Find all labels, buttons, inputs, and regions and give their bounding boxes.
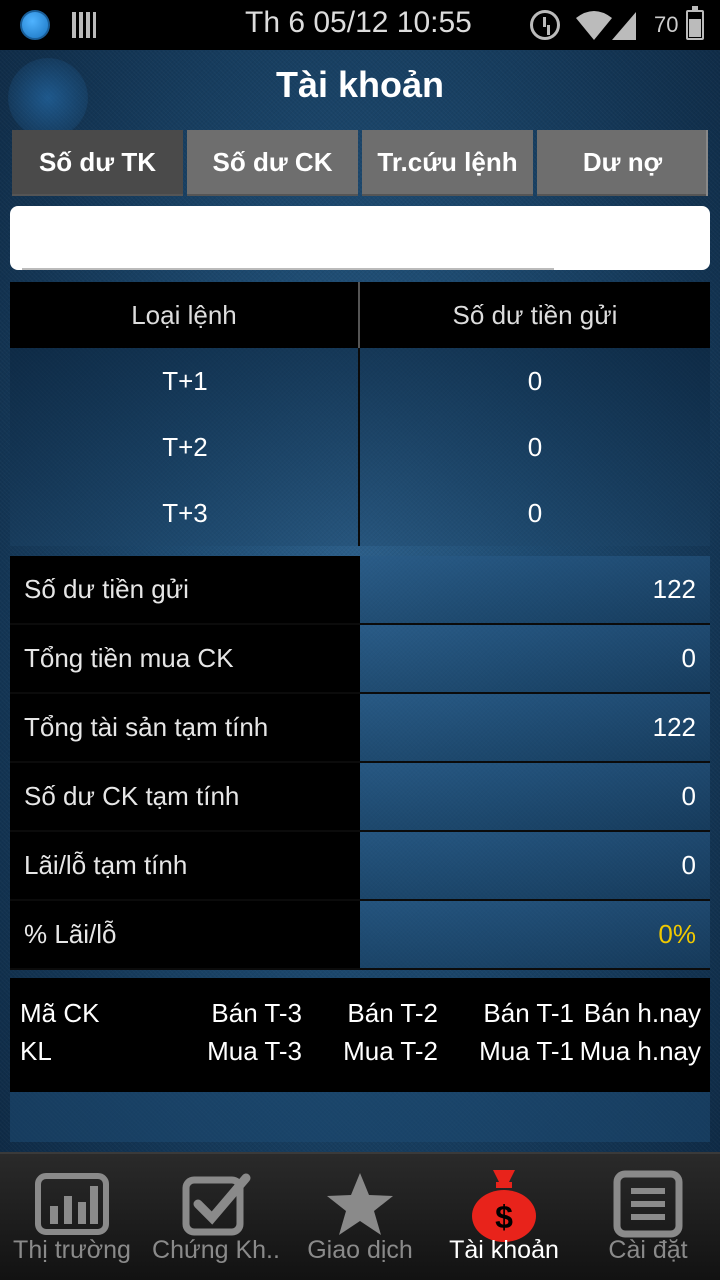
signal-icon (612, 12, 636, 40)
column-header-symbol: Mã CK (20, 998, 100, 1028)
column-header-sell-t2: Bán T-2 (347, 998, 438, 1028)
column-header-buy-today: Mua h.nay (579, 1036, 701, 1066)
bar-chart-icon (35, 1173, 109, 1235)
summary-label: Số dư tiền gửi (10, 556, 360, 623)
nav-label: Thị trường (13, 1236, 131, 1264)
alarm-icon (530, 10, 560, 40)
column-header-deposit-balance: Số dư tiền gửi (452, 299, 618, 330)
summary-value: 0 (360, 625, 710, 692)
nav-chung-khoan[interactable]: Chứng Kh.. (144, 1154, 288, 1280)
table-row: T+1 0 (10, 348, 710, 414)
summary-label: Lãi/lỗ tạm tính (10, 832, 360, 899)
nav-giao-dich[interactable]: Giao dịch (288, 1154, 432, 1280)
table-row: T+3 0 (10, 480, 710, 546)
summary-row-total-assets: Tổng tài sản tạm tính 122 (10, 694, 710, 763)
summary-row-profit-loss-percent: % Lãi/lỗ 0% (10, 901, 710, 970)
money-bag-icon: $ (472, 1170, 536, 1242)
table-row: T+2 0 (10, 414, 710, 480)
notification-dot-icon (20, 10, 50, 40)
settlement-table: Loại lệnh Số dư tiền gửi T+1 0 T+2 0 T+3… (10, 282, 710, 546)
status-datetime: Th 6 05/12 10:55 (245, 6, 472, 39)
account-tabs: Số dư TK Số dư CK Tr.cứu lệnh Dư nợ (12, 130, 708, 196)
account-summary: Số dư tiền gửi 122 Tổng tiền mua CK 0 Tổ… (10, 556, 710, 970)
list-icon (613, 1170, 683, 1238)
summary-label: % Lãi/lỗ (10, 901, 360, 968)
page-title: Tài khoản (275, 64, 445, 105)
column-header-buy-t1: Mua T-1 (479, 1036, 574, 1066)
stock-header-line-sell: Mã CK Bán T-3 Bán T-2 Bán T-1 Bán h.nay (20, 998, 701, 1036)
summary-label: Tổng tiền mua CK (10, 625, 360, 692)
summary-value: 122 (360, 694, 710, 761)
summary-value-percent: 0% (360, 901, 710, 968)
stock-header-line-buy: KL Mua T-3 Mua T-2 Mua T-1 Mua h.nay (20, 1036, 701, 1074)
column-header-buy-t3: Mua T-3 (207, 1036, 302, 1066)
tab-du-no[interactable]: Dư nợ (537, 130, 708, 196)
summary-value: 122 (360, 556, 710, 623)
account-input[interactable] (10, 206, 710, 270)
summary-row-profit-loss: Lãi/lỗ tạm tính 0 (10, 832, 710, 901)
order-type-cell: T+3 (162, 497, 208, 528)
order-type-cell: T+2 (162, 431, 208, 462)
tab-so-du-ck[interactable]: Số dư CK (187, 130, 358, 196)
tab-so-du-tk[interactable]: Số dư TK (12, 130, 183, 196)
wifi-icon (576, 11, 612, 40)
checkbox-icon (182, 1173, 251, 1236)
summary-value: 0 (360, 763, 710, 830)
summary-label: Tổng tài sản tạm tính (10, 694, 360, 761)
nav-label: Chứng Kh.. (152, 1236, 280, 1264)
summary-row-deposit: Số dư tiền gửi 122 (10, 556, 710, 625)
settlement-table-header: Loại lệnh Số dư tiền gửi (10, 282, 710, 348)
tab-tra-cuu-lenh[interactable]: Tr.cứu lệnh (362, 130, 533, 196)
balance-cell: 0 (527, 365, 543, 396)
column-header-sell-t3: Bán T-3 (211, 998, 302, 1028)
star-icon (327, 1173, 393, 1235)
nav-tai-khoan[interactable]: $ Tài khoản (432, 1154, 576, 1280)
column-header-buy-t2: Mua T-2 (343, 1036, 438, 1066)
summary-row-stock-balance: Số dư CK tạm tính 0 (10, 763, 710, 832)
summary-value: 0 (360, 832, 710, 899)
column-header-order-type: Loại lệnh (10, 282, 360, 348)
summary-label: Số dư CK tạm tính (10, 763, 360, 830)
stock-table-header: Mã CK Bán T-3 Bán T-2 Bán T-1 Bán h.nay … (10, 978, 710, 1092)
balance-cell: 0 (527, 431, 543, 462)
battery-level: 70 (654, 12, 679, 37)
column-header-sell-today: Bán h.nay (583, 998, 701, 1028)
nav-thi-truong[interactable]: Thị trường (0, 1154, 144, 1280)
nav-label: Giao dịch (307, 1236, 413, 1264)
notification-bars-icon (72, 12, 96, 38)
status-bar: Th 6 05/12 10:55 70 (0, 0, 720, 50)
column-header-volume: KL (20, 1036, 52, 1066)
column-header-sell-t1: Bán T-1 (483, 998, 574, 1028)
summary-row-total-buy: Tổng tiền mua CK 0 (10, 625, 710, 694)
tabs-scroll-edge (706, 130, 708, 196)
battery-icon (686, 6, 704, 40)
stock-table-body (10, 1092, 710, 1142)
nav-cai-dat[interactable]: Cài đặt (576, 1154, 720, 1280)
svg-text:$: $ (495, 1199, 513, 1235)
nav-label: Tài khoản (449, 1236, 559, 1264)
order-type-cell: T+1 (162, 365, 208, 396)
nav-label: Cài đặt (608, 1236, 688, 1264)
settlement-table-body: T+1 0 T+2 0 T+3 0 (10, 348, 710, 546)
bottom-navigation: Thị trường Chứng Kh.. Giao dịch $ Tài kh… (0, 1152, 720, 1280)
input-underline (22, 268, 554, 270)
balance-cell: 0 (527, 497, 543, 528)
